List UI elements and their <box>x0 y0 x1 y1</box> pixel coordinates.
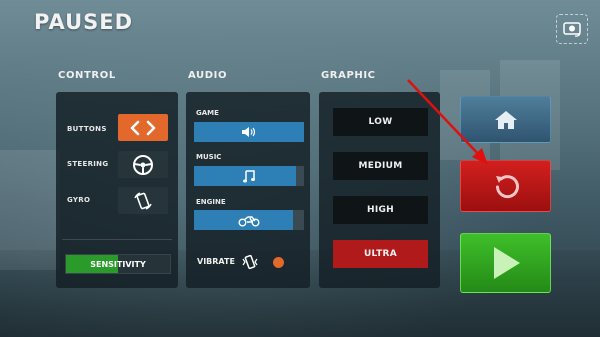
audio-section-label: AUDIO <box>188 70 228 81</box>
control-steering-option[interactable] <box>118 151 168 178</box>
control-gyro-option[interactable] <box>118 187 168 214</box>
engine-volume-fill <box>194 210 293 230</box>
game-volume-label: GAME <box>196 109 219 117</box>
restart-icon <box>495 175 519 199</box>
music-volume-fill <box>194 166 297 186</box>
game-volume-slider[interactable] <box>194 122 304 142</box>
camera-rotate-icon <box>563 22 581 37</box>
left-right-arrows-icon <box>130 120 156 135</box>
game-volume-fill <box>194 122 304 142</box>
photo-mode-button[interactable] <box>556 14 588 44</box>
annotation-arrow <box>407 79 488 165</box>
gyro-rotate-icon <box>134 191 152 210</box>
vibrate-toggle[interactable] <box>273 257 284 268</box>
play-icon <box>493 247 520 279</box>
steering-label: STEERING <box>67 160 109 168</box>
engine-volume-label: ENGINE <box>196 198 226 206</box>
engine-volume-slider[interactable] <box>194 210 304 230</box>
control-buttons-option[interactable] <box>118 114 168 141</box>
graphic-section-label: GRAPHIC <box>321 70 376 81</box>
music-volume-label: MUSIC <box>196 153 222 161</box>
graphic-high-button[interactable]: HIGH <box>333 196 428 224</box>
sensitivity-slider[interactable]: SENSITIVITY <box>65 254 171 274</box>
play-button[interactable] <box>460 233 551 293</box>
vibrate-phone-icon <box>242 254 258 270</box>
sensitivity-label: SENSITIVITY <box>90 259 146 269</box>
music-volume-slider[interactable] <box>194 166 304 186</box>
control-divider <box>62 239 172 240</box>
control-section-label: CONTROL <box>58 70 116 81</box>
graphic-ultra-button[interactable]: ULTRA <box>333 240 428 268</box>
vibrate-label: VIBRATE <box>197 257 235 266</box>
buttons-label: BUTTONS <box>67 125 107 133</box>
steering-wheel-icon <box>133 154 153 175</box>
gyro-label: GYRO <box>67 196 91 204</box>
page-title: PAUSED <box>34 10 134 34</box>
